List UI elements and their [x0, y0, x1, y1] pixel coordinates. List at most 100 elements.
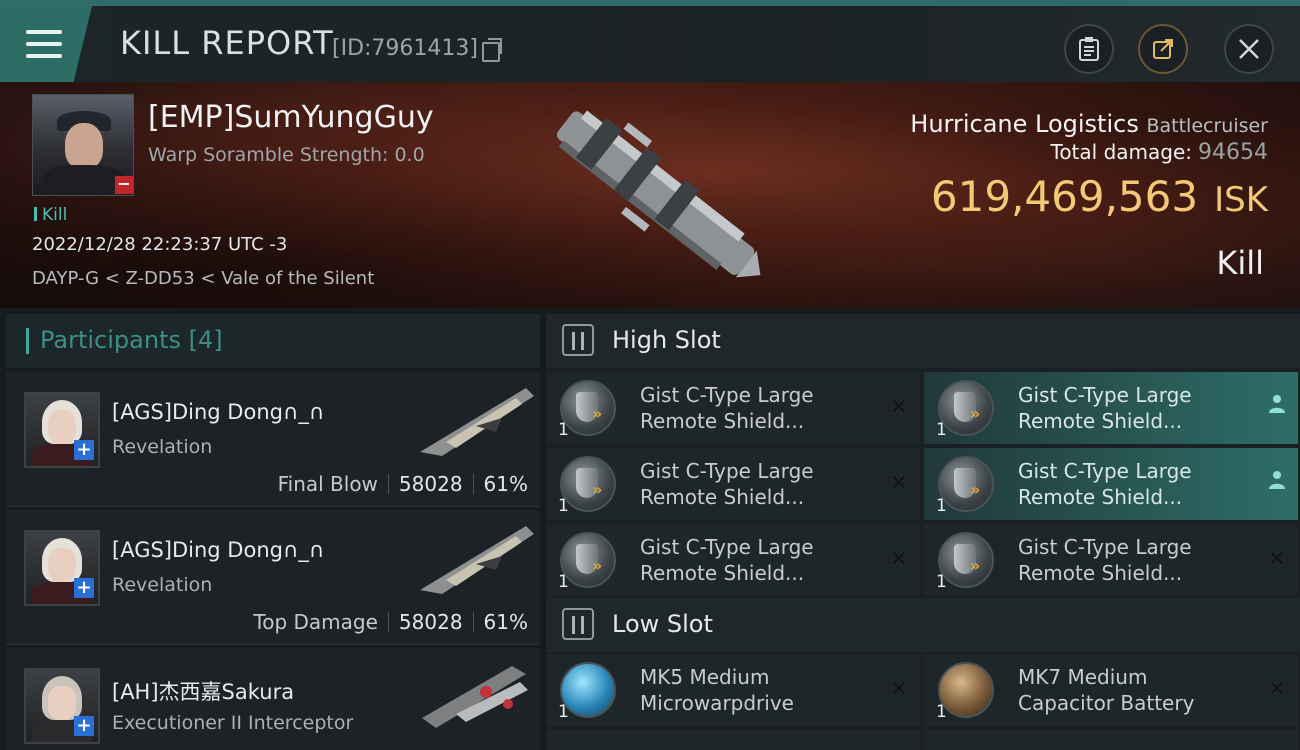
participants-count: [4]: [188, 326, 223, 354]
module-slot[interactable]: » 1 Gist C-Type Large Remote Shield... ×: [546, 448, 920, 520]
page-title: KILL REPORT: [120, 24, 334, 62]
high-slot-label: High Slot: [612, 326, 721, 354]
participant-damage: 58028: [398, 472, 463, 496]
module-name: MK7 Medium Capacitor Battery: [1018, 664, 1248, 716]
destroyed-icon: ×: [889, 470, 908, 495]
module-name-line1: Gist C-Type Large: [1018, 459, 1192, 483]
participant-tag: Top Damage: [253, 610, 378, 634]
module-name-line1: MK5 Medium: [640, 665, 770, 689]
participant-ship: Executioner II Interceptor: [112, 712, 354, 734]
module-slot[interactable]: » 1 Gist C-Type Large Remote Shield... ×: [546, 372, 920, 444]
module-slot[interactable]: 1 MK7 Medium Capacitor Battery ×: [924, 654, 1298, 726]
module-name-line2: Remote Shield...: [1018, 485, 1183, 509]
kill-report-screen: KILL REPORT [ID:7961413] − [EMP]SumYungG…: [0, 0, 1300, 750]
module-name-line2: Capacitor Battery: [1018, 691, 1195, 715]
module-name-line1: Gist C-Type Large: [1018, 383, 1192, 407]
module-slot[interactable]: » 1 Gist C-Type Large Remote Shield...: [924, 448, 1298, 520]
module-name: Gist C-Type Large Remote Shield...: [1018, 382, 1248, 434]
module-name-line2: Microwarpdrive: [640, 691, 794, 715]
dropped-person-icon: [1268, 470, 1286, 495]
module-slot[interactable]: [546, 730, 920, 750]
victim-ship[interactable]: Hurricane Logistics Battlecruiser: [910, 110, 1268, 138]
isk-value: 619,469,563 ISK: [931, 172, 1268, 221]
destroyed-icon: ×: [889, 394, 908, 419]
module-quantity: 1: [558, 496, 569, 516]
module-name-line1: Gist C-Type Large: [640, 383, 814, 407]
module-name-line1: Gist C-Type Large: [1018, 535, 1192, 559]
clipboard-button[interactable]: [1064, 24, 1114, 74]
module-name: Gist C-Type Large Remote Shield...: [1018, 534, 1248, 586]
module-quantity: 1: [558, 420, 569, 440]
participants-panel: Participants [4] + [AGS]Ding Dong∩_∩ Rev…: [6, 314, 540, 750]
menu-button[interactable]: [0, 6, 92, 82]
ship-class: Battlecruiser: [1146, 115, 1268, 137]
share-button[interactable]: [1138, 24, 1188, 74]
module-name: MK5 Medium Microwarpdrive: [640, 664, 870, 716]
module-slot[interactable]: 1 MK5 Medium Microwarpdrive ×: [546, 654, 920, 726]
module-name-line2: Remote Shield...: [640, 409, 805, 433]
isk-unit: ISK: [1214, 180, 1268, 220]
close-button[interactable]: [1224, 24, 1274, 74]
module-name-line2: Remote Shield...: [640, 485, 805, 509]
plus-icon: +: [74, 578, 94, 598]
high-slot-header: High Slot: [546, 314, 1300, 368]
participant-stats: Final Blow 58028 61%: [278, 472, 528, 496]
module-slot[interactable]: » 1 Gist C-Type Large Remote Shield... ×: [546, 524, 920, 596]
module-slot[interactable]: [924, 730, 1298, 750]
top-bar: KILL REPORT [ID:7961413]: [0, 0, 1300, 82]
module-name-line1: Gist C-Type Large: [640, 459, 814, 483]
victim-summary: − [EMP]SumYungGuy Warp Soramble Strength…: [0, 82, 1300, 308]
share-icon: [1153, 39, 1173, 59]
module-quantity: 1: [558, 702, 569, 722]
clipboard-icon: [1079, 37, 1099, 61]
participants-header: Participants [4]: [6, 314, 540, 368]
module-name-line1: MK7 Medium: [1018, 665, 1148, 689]
module-slot[interactable]: » 1 Gist C-Type Large Remote Shield...: [924, 372, 1298, 444]
low-slot-label: Low Slot: [612, 610, 713, 638]
module-name-line2: Remote Shield...: [1018, 561, 1183, 585]
participant-ship-image: [422, 666, 528, 728]
kill-result: Kill: [1216, 244, 1264, 282]
participant-name: [AGS]Ding Dong∩_∩: [112, 400, 325, 424]
participant-tag: Final Blow: [277, 472, 378, 496]
participant-percent: 61%: [483, 472, 528, 496]
destroyed-icon: ×: [889, 546, 908, 571]
copy-icon[interactable]: [482, 38, 502, 62]
victim-name[interactable]: [EMP]SumYungGuy: [148, 100, 434, 135]
participant-stats: Top Damage 58028 61%: [253, 610, 528, 634]
high-slot-icon: [562, 324, 594, 356]
low-slot-icon: [562, 608, 594, 640]
module-quantity: 1: [936, 702, 947, 722]
module-name: Gist C-Type Large Remote Shield...: [640, 458, 870, 510]
hamburger-menu-icon: [26, 30, 62, 58]
module-name-line1: Gist C-Type Large: [640, 535, 814, 559]
module-quantity: 1: [936, 572, 947, 592]
plus-icon: +: [74, 716, 94, 736]
participant-percent: 61%: [483, 610, 528, 634]
participant-ship-image: [420, 388, 534, 456]
module-quantity: 1: [936, 420, 947, 440]
participants-title: Participants: [40, 326, 181, 354]
destroyed-icon: ×: [1267, 676, 1286, 701]
participant-ship: Revelation: [112, 574, 213, 596]
participant-name: [AH]杰西嘉Sakura: [112, 680, 295, 704]
module-name: Gist C-Type Large Remote Shield...: [1018, 458, 1248, 510]
participant-row[interactable]: + [AGS]Ding Dong∩_∩ Revelation Final Blo…: [6, 372, 540, 507]
module-quantity: 1: [558, 572, 569, 592]
participant-row[interactable]: + [AGS]Ding Dong∩_∩ Revelation Top Damag…: [6, 510, 540, 645]
minus-icon: −: [115, 176, 133, 194]
plus-icon: +: [74, 440, 94, 460]
fitting-panel: High Slot » 1 Gist C-Type Large Remote Sh…: [546, 314, 1300, 750]
kill-timestamp: 2022/12/28 22:23:37 UTC -3: [32, 234, 288, 255]
participant-row[interactable]: + [AH]杰西嘉Sakura Executioner II Intercept…: [6, 648, 540, 750]
module-name-line2: Remote Shield...: [640, 561, 805, 585]
module-name-line2: Remote Shield...: [1018, 409, 1183, 433]
module-slot[interactable]: » 1 Gist C-Type Large Remote Shield... ×: [924, 524, 1298, 596]
destroyed-icon: ×: [1267, 546, 1286, 571]
warp-scramble-strength: Warp Soramble Strength: 0.0: [148, 144, 425, 166]
module-quantity: 1: [936, 496, 947, 516]
participant-ship-image: [420, 526, 534, 594]
kill-tag: Kill: [34, 205, 67, 225]
participant-ship: Revelation: [112, 436, 213, 458]
kill-location[interactable]: DAYP-G < Z-DD53 < Vale of the Silent: [32, 268, 374, 289]
